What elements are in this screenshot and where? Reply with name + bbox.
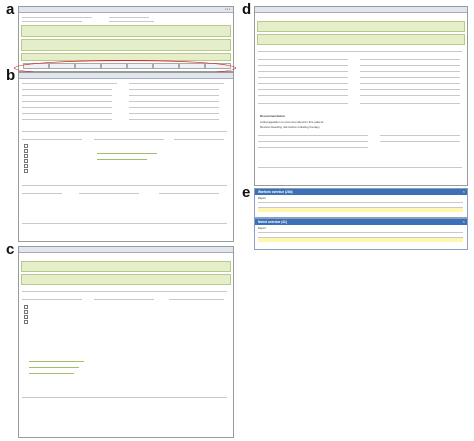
- patient-banner-2: [257, 34, 465, 45]
- window-header: [255, 7, 467, 13]
- checkbox-icon[interactable]: [24, 315, 28, 319]
- checkbox-icon[interactable]: [24, 169, 28, 173]
- noted-overdue-dialog: Noted overdue (41) × Report: [254, 218, 468, 250]
- highlighted-row[interactable]: [258, 238, 463, 242]
- form-header: [19, 247, 233, 253]
- checkbox-icon[interactable]: [24, 310, 28, 314]
- panel-label-b: b: [6, 67, 16, 84]
- panel-d-decision-support: Recommendation Anticoagulation is recomm…: [254, 6, 468, 186]
- patient-banner: [257, 21, 465, 32]
- recommendation-heading: Recommendation: [260, 114, 286, 118]
- dialog-section: Report: [258, 197, 266, 200]
- patient-banner-2: [21, 39, 231, 51]
- warfarin-overdue-dialog: Warfarin overdue (28d) × Report: [254, 188, 468, 218]
- panel-label-e: e: [242, 184, 251, 201]
- panel-c-form: [18, 246, 234, 438]
- checkbox-icon[interactable]: [24, 144, 28, 148]
- patient-banner: [21, 261, 231, 272]
- checkbox-icon[interactable]: [24, 149, 28, 153]
- panel-b-form: [18, 72, 234, 242]
- highlighted-row[interactable]: [258, 208, 463, 212]
- close-icon[interactable]: ×: [463, 189, 465, 195]
- checkbox-icon[interactable]: [24, 164, 28, 168]
- form-header: [19, 73, 233, 79]
- recommendation-text-2: Review bleeding risk before initiating t…: [260, 125, 321, 129]
- checkbox-icon[interactable]: [24, 154, 28, 158]
- patient-banner-2: [21, 274, 231, 285]
- patient-banner: [21, 25, 231, 37]
- panel-label-d: d: [242, 1, 252, 18]
- dialog-title: Warfarin overdue (28d): [255, 189, 467, 195]
- recommendation-text-1: Anticoagulation is recommended for this …: [260, 120, 325, 124]
- dialog-section: Report: [258, 227, 266, 230]
- checkbox-icon[interactable]: [24, 320, 28, 324]
- dialog-title: Noted overdue (41): [255, 219, 467, 225]
- checkbox-icon[interactable]: [24, 159, 28, 163]
- window-controls[interactable]: ▪ ▪ ▪: [225, 7, 230, 12]
- close-icon[interactable]: ×: [463, 219, 465, 225]
- panel-label-a: a: [6, 1, 15, 18]
- checkbox-icon[interactable]: [24, 305, 28, 309]
- window-header: ▪ ▪ ▪: [19, 7, 233, 13]
- panel-label-c: c: [6, 241, 15, 258]
